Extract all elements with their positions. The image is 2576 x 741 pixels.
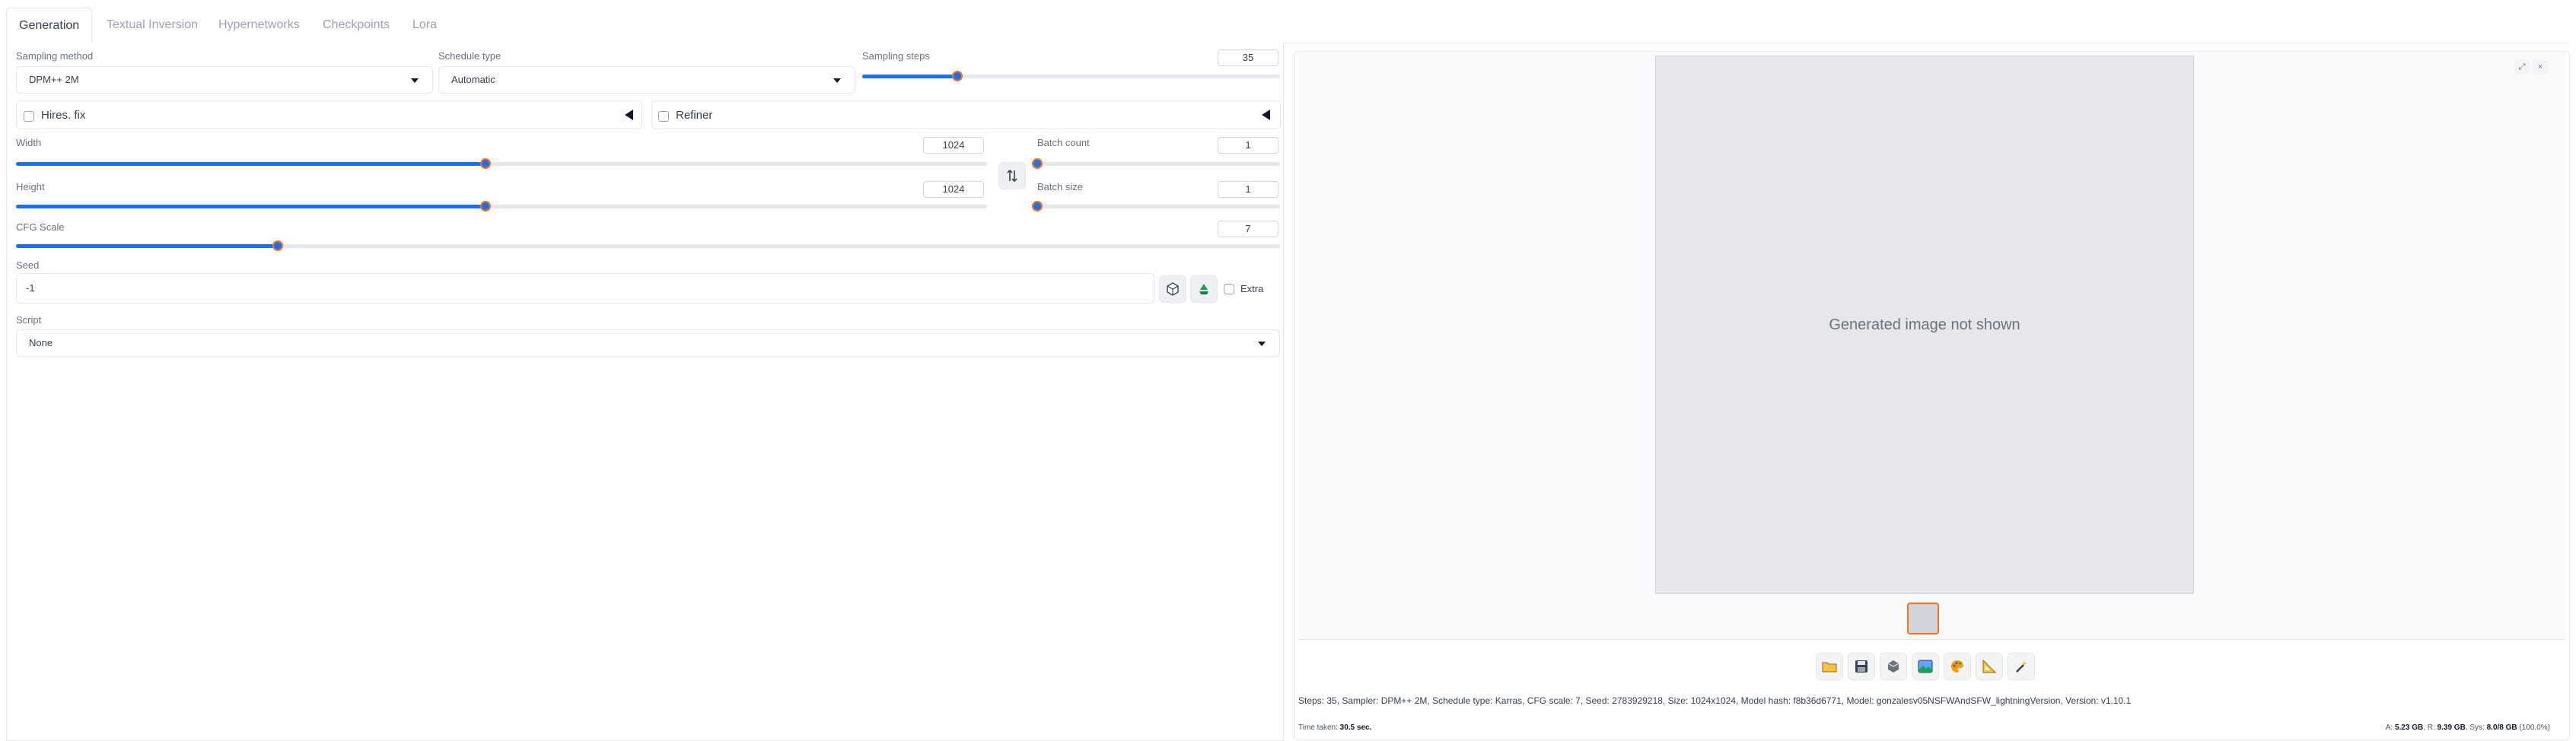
time-taken-value: 30.5 sec. xyxy=(1339,724,1372,732)
refiner-label: Refiner xyxy=(676,109,713,122)
seed-value: -1 xyxy=(26,282,35,294)
height-input[interactable]: 1024 xyxy=(923,181,984,198)
slider-thumb[interactable] xyxy=(1032,201,1043,211)
slider-fill xyxy=(862,75,958,78)
batch-count-slider[interactable] xyxy=(1032,158,1280,169)
sampling-method-value: DPM++ 2M xyxy=(29,74,79,85)
script-value: None xyxy=(29,337,53,348)
swap-dimensions-button[interactable] xyxy=(998,162,1026,189)
vram-r-label: R: xyxy=(2427,724,2435,732)
batch-size-slider[interactable] xyxy=(1032,201,1280,211)
refiner-checkbox[interactable] xyxy=(658,111,669,122)
vram-a-value: 5.23 GB xyxy=(2394,724,2424,732)
collapse-arrow-icon[interactable] xyxy=(625,110,633,120)
slider-fill xyxy=(16,162,486,166)
random-seed-button[interactable] xyxy=(1159,275,1186,303)
gallery-thumbnail[interactable] xyxy=(1907,603,1939,634)
chevron-down-icon xyxy=(1258,342,1266,346)
script-label: Script xyxy=(16,314,42,326)
sampling-method-label: Sampling method xyxy=(16,50,94,62)
tab-textual-inversion[interactable]: Textual Inversion xyxy=(94,8,210,43)
refiner-accordion[interactable]: Refiner xyxy=(651,100,1281,129)
width-label: Width xyxy=(16,137,42,148)
folder-icon xyxy=(1822,662,1837,673)
slider-thumb[interactable] xyxy=(480,158,492,169)
generation-settings-panel xyxy=(6,43,1284,741)
time-taken-label: Time taken: xyxy=(1298,724,1338,732)
slider-thumb[interactable] xyxy=(1032,158,1043,169)
chevron-down-icon xyxy=(411,78,419,83)
vram-percent: (100.0%) xyxy=(2519,724,2550,732)
chevron-down-icon xyxy=(833,78,841,83)
floppy-disk-icon xyxy=(1855,660,1868,673)
send-to-img2img-button[interactable] xyxy=(1912,653,1939,680)
slider-track xyxy=(1037,162,1280,166)
width-input[interactable]: 1024 xyxy=(923,137,984,154)
swap-icon xyxy=(1007,169,1017,183)
cfg-scale-label: CFG Scale xyxy=(16,221,65,233)
zip-box-icon xyxy=(1887,660,1899,673)
schedule-type-value: Automatic xyxy=(451,74,495,85)
batch-size-input[interactable]: 1 xyxy=(1218,181,1278,198)
tab-bar: Generation Textual Inversion Hypernetwor… xyxy=(6,8,2570,44)
batch-count-label: Batch count xyxy=(1037,137,1090,148)
ruler-triangle-icon xyxy=(1982,659,1997,673)
tab-checkpoints[interactable]: Checkpoints xyxy=(310,8,402,43)
save-zip-button[interactable] xyxy=(1880,653,1907,680)
sampling-steps-slider[interactable] xyxy=(862,71,1280,81)
fullscreen-button[interactable]: ⤢ xyxy=(2514,59,2530,75)
image-icon xyxy=(1918,660,1933,673)
slider-fill xyxy=(16,205,486,208)
open-folder-button[interactable] xyxy=(1816,653,1843,680)
cfg-scale-slider[interactable] xyxy=(16,240,1280,251)
image-placeholder-text: Generated image not shown xyxy=(1829,316,2020,333)
sampling-steps-label: Sampling steps xyxy=(862,50,930,62)
hires-fix-label: Hires. fix xyxy=(41,109,86,122)
tab-hypernetworks[interactable]: Hypernetworks xyxy=(206,8,312,43)
close-image-button[interactable]: × xyxy=(2533,59,2548,75)
script-dropdown[interactable]: None xyxy=(16,329,1280,357)
schedule-type-dropdown[interactable]: Automatic xyxy=(438,66,855,94)
seed-input[interactable]: -1 xyxy=(16,273,1154,304)
sampling-steps-input[interactable]: 35 xyxy=(1218,49,1278,66)
send-to-inpaint-button[interactable] xyxy=(1944,653,1971,680)
generated-image-placeholder[interactable]: Generated image not shown xyxy=(1655,56,2194,594)
slider-fill xyxy=(16,244,278,248)
batch-size-label: Batch size xyxy=(1037,181,1083,192)
time-taken: Time taken: 30.5 sec. xyxy=(1298,724,1371,732)
slider-thumb[interactable] xyxy=(480,201,492,211)
vram-sys-value: 8.0/8 GB xyxy=(2486,724,2517,732)
extra-checkbox[interactable] xyxy=(1224,284,1234,294)
palette-icon xyxy=(1951,660,1963,673)
reuse-seed-button[interactable] xyxy=(1190,275,1218,303)
height-label: Height xyxy=(16,181,45,192)
vram-sys-label: Sys: xyxy=(2469,724,2485,732)
tab-lora[interactable]: Lora xyxy=(400,8,449,43)
extra-label: Extra xyxy=(1240,283,1264,294)
hires-fix-checkbox[interactable] xyxy=(24,111,34,122)
vram-r-value: 9.39 GB xyxy=(2437,724,2466,732)
tab-generation[interactable]: Generation xyxy=(6,8,93,44)
cfg-scale-input[interactable]: 7 xyxy=(1218,221,1278,237)
recycle-icon xyxy=(1199,284,1208,294)
slider-track xyxy=(1037,205,1280,208)
dice-icon xyxy=(1167,282,1179,296)
generation-info-text: Steps: 35, Sampler: DPM++ 2M, Schedule t… xyxy=(1298,695,2132,706)
schedule-type-label: Schedule type xyxy=(438,50,502,62)
save-button[interactable] xyxy=(1848,653,1875,680)
batch-count-input[interactable]: 1 xyxy=(1218,137,1278,154)
vram-usage: A: 5.23 GB, R: 9.39 GB, Sys: 8.0/8 GB (1… xyxy=(2385,724,2550,732)
sampling-method-dropdown[interactable]: DPM++ 2M xyxy=(16,66,433,94)
interrupt-button[interactable] xyxy=(2008,653,2035,680)
slider-thumb[interactable] xyxy=(952,71,963,81)
width-slider[interactable] xyxy=(16,158,987,169)
wand-icon xyxy=(2016,660,2027,673)
hires-fix-accordion[interactable]: Hires. fix xyxy=(16,100,642,129)
seed-label: Seed xyxy=(16,259,40,271)
vram-a-label: A: xyxy=(2385,724,2393,732)
height-slider[interactable] xyxy=(16,201,987,211)
collapse-arrow-icon[interactable] xyxy=(1262,110,1270,120)
send-to-extras-button[interactable] xyxy=(1976,653,2003,680)
slider-thumb[interactable] xyxy=(272,240,283,251)
